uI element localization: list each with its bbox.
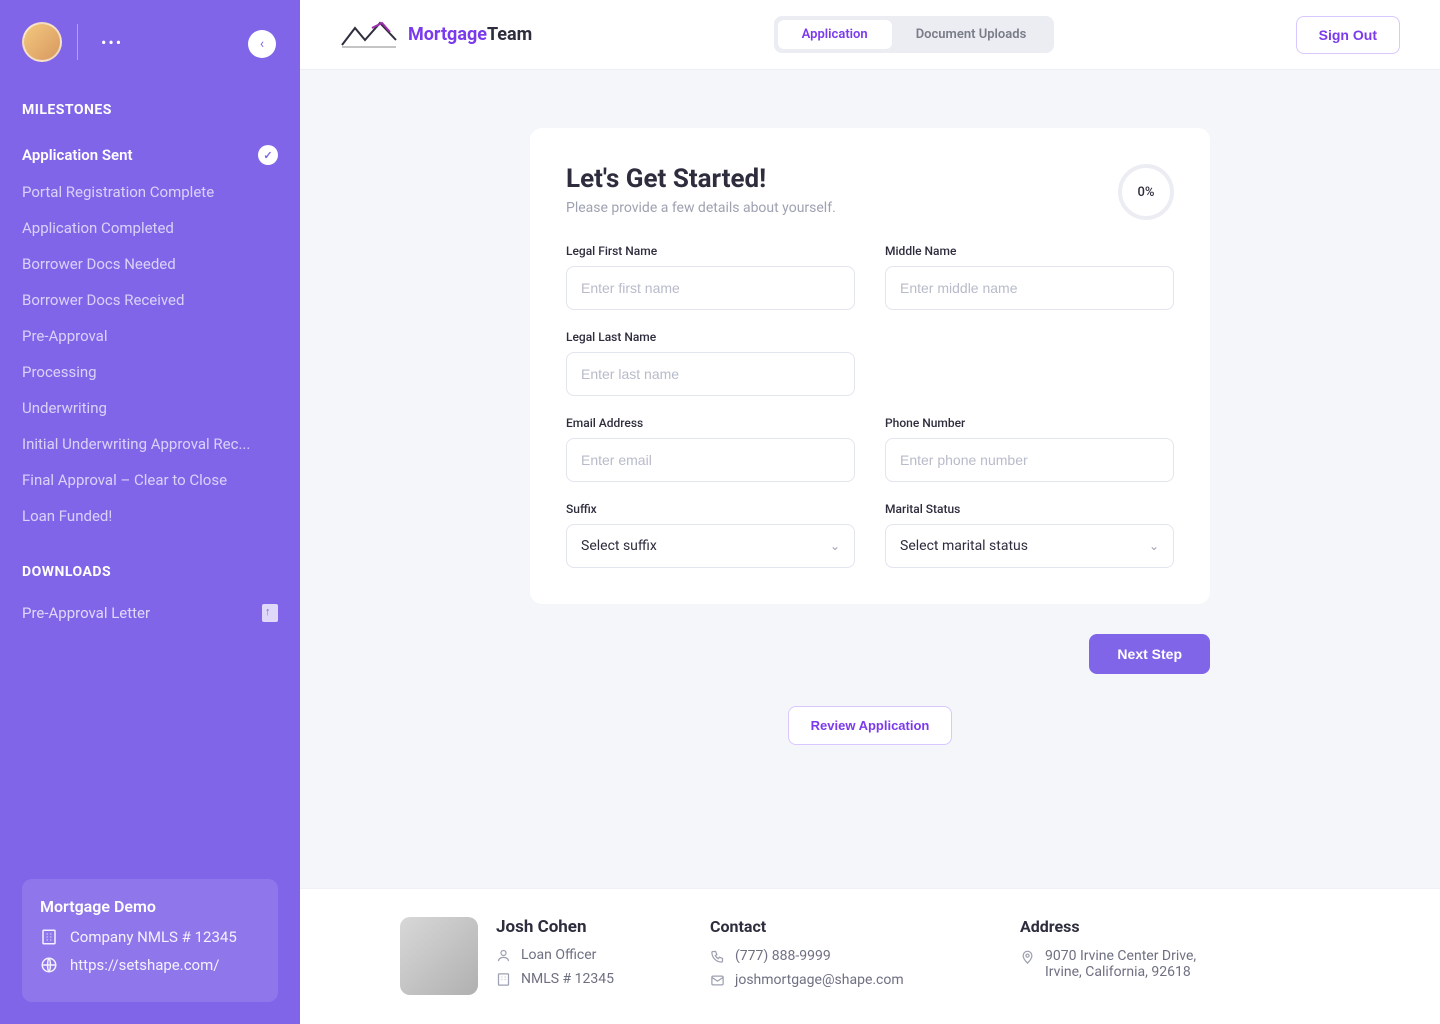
company-name: Mortgage Demo [40,897,260,916]
download-item[interactable]: Pre-Approval Letter [22,598,278,628]
more-menu[interactable]: ••• [93,28,131,57]
phone-icon [710,949,725,964]
officer-role: Loan Officer [521,947,596,963]
logo: MortgageTeam [340,20,532,50]
building-icon [496,972,511,987]
milestone-list: Application Sent ✓ Portal Registration C… [22,136,278,534]
officer-photo [400,917,478,995]
tab-document-uploads[interactable]: Document Uploads [892,20,1051,49]
phone-input[interactable] [885,438,1174,482]
tab-group: Application Document Uploads [774,16,1055,53]
address-text: 9070 Irvine Center Drive, Irvine, Califo… [1045,948,1225,980]
form-card: Let's Get Started! Please provide a few … [530,128,1210,604]
last-name-label: Legal Last Name [566,330,855,344]
first-name-label: Legal First Name [566,244,855,258]
milestones-heading: MILESTONES [22,102,278,118]
sidebar: ••• ‹ MILESTONES Application Sent ✓ Port… [0,0,300,1024]
first-name-input[interactable] [566,266,855,310]
milestone-item[interactable]: Initial Underwriting Approval Rec... [22,426,278,462]
user-avatar[interactable] [22,22,62,62]
topbar: MortgageTeam Application Document Upload… [300,0,1440,70]
email-label: Email Address [566,416,855,430]
logo-icon [340,20,400,50]
suffix-label: Suffix [566,502,855,516]
contact-email[interactable]: joshmortgage@shape.com [735,972,904,988]
contact-heading: Contact [710,917,1010,936]
officer-block: Josh Cohen Loan Officer NMLS # 12345 [400,917,700,996]
suffix-select[interactable]: Select suffix ⌄ [566,524,855,568]
mail-icon [710,973,725,988]
globe-icon [40,956,58,974]
main-area: MortgageTeam Application Document Upload… [300,0,1440,1024]
company-url[interactable]: https://setshape.com/ [70,956,219,974]
user-icon [496,948,511,963]
file-upload-icon [262,604,278,622]
middle-name-label: Middle Name [885,244,1174,258]
chevron-down-icon: ⌄ [1149,539,1159,553]
building-icon [40,928,58,946]
marital-select[interactable]: Select marital status ⌄ [885,524,1174,568]
form-title: Let's Get Started! [566,164,836,194]
officer-name: Josh Cohen [496,917,614,937]
divider [77,24,78,60]
phone-label: Phone Number [885,416,1174,430]
milestone-item[interactable]: Loan Funded! [22,498,278,534]
milestone-item[interactable]: Pre-Approval [22,318,278,354]
pin-icon [1020,950,1035,965]
chevron-left-icon: ‹ [260,36,264,52]
marital-label: Marital Status [885,502,1174,516]
milestone-item[interactable]: Application Completed [22,210,278,246]
signout-button[interactable]: Sign Out [1296,16,1400,54]
milestone-item[interactable]: Processing [22,354,278,390]
footer: Josh Cohen Loan Officer NMLS # 12345 Con… [300,888,1440,1024]
milestone-item[interactable]: Borrower Docs Needed [22,246,278,282]
contact-block: Contact (777) 888-9999 joshmortgage@shap… [710,917,1010,996]
milestone-item[interactable]: Borrower Docs Received [22,282,278,318]
company-card: Mortgage Demo Company NMLS # 12345 https… [22,879,278,1002]
milestone-item[interactable]: Underwriting [22,390,278,426]
next-step-button[interactable]: Next Step [1089,634,1210,674]
check-icon: ✓ [258,145,278,165]
progress-ring: 0% [1118,164,1174,220]
chevron-down-icon: ⌄ [830,539,840,553]
tab-application[interactable]: Application [778,20,892,49]
milestone-label: Application Sent [22,146,133,164]
milestone-item[interactable]: Portal Registration Complete [22,174,278,210]
last-name-input[interactable] [566,352,855,396]
email-input[interactable] [566,438,855,482]
content: Let's Get Started! Please provide a few … [300,70,1440,888]
collapse-sidebar-button[interactable]: ‹ [248,30,276,58]
downloads-heading: DOWNLOADS [22,564,278,580]
officer-nmls: NMLS # 12345 [521,971,614,987]
address-heading: Address [1020,917,1340,936]
review-application-button[interactable]: Review Application [788,706,953,745]
milestone-item[interactable]: Final Approval – Clear to Close [22,462,278,498]
middle-name-input[interactable] [885,266,1174,310]
company-nmls: Company NMLS # 12345 [70,928,237,946]
milestone-item[interactable]: Application Sent ✓ [22,136,278,174]
address-block: Address 9070 Irvine Center Drive, Irvine… [1020,917,1340,996]
download-label: Pre-Approval Letter [22,604,150,622]
contact-phone[interactable]: (777) 888-9999 [735,948,831,964]
form-subtitle: Please provide a few details about yours… [566,200,836,216]
